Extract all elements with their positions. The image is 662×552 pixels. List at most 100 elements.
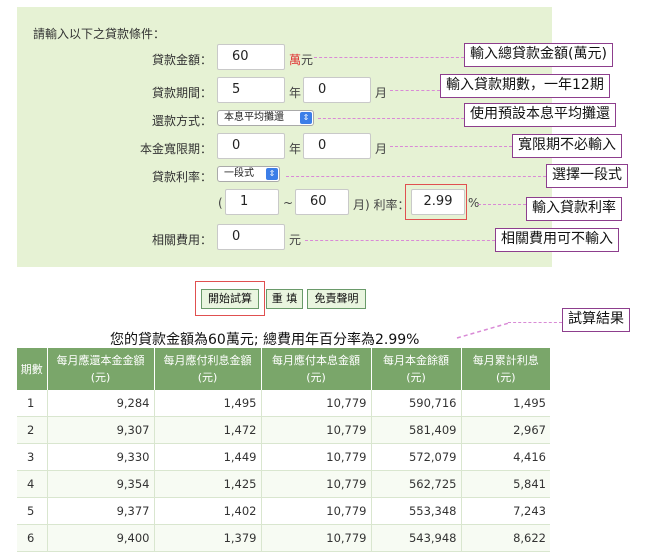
table-cell: 10,779 <box>261 524 372 552</box>
rate-label: 貸款利率： <box>151 170 212 184</box>
table-cell: 572,079 <box>371 443 462 471</box>
callout-fee: 相關費用可不輸入 <box>495 228 619 252</box>
table-cell: 10,779 <box>261 390 372 417</box>
table-row: 4 9,354 1,425 10,779 562,725 5,841 <box>17 470 550 498</box>
fee-label: 相關費用： <box>151 233 212 247</box>
table-header-cell: 每月累計利息 (元) <box>461 348 550 390</box>
table-cell: 553,348 <box>371 497 462 525</box>
callout-grace: 寬限期不必輸入 <box>512 134 622 158</box>
table-cell: 1,449 <box>154 443 262 471</box>
leader-line <box>305 240 495 241</box>
leader-line <box>478 204 526 205</box>
table-header-cell: 每月應付利息金額 (元) <box>154 348 262 390</box>
leader-line <box>390 146 512 147</box>
period-years-input[interactable]: 5 <box>217 77 285 103</box>
amortization-table: 期數 每月應還本金金額 (元) 每月應付利息金額 (元) 每月應付本息金額 (元) 每月本金餘… <box>17 348 550 552</box>
table-cell: 10,779 <box>261 470 372 498</box>
leader-line <box>286 176 546 177</box>
rate-type-select[interactable]: 一段式 ⇕ <box>217 166 280 182</box>
table-cell: 1,425 <box>154 470 262 498</box>
table-cell: 9,354 <box>47 470 155 498</box>
table-cell: 10,779 <box>261 416 372 444</box>
table-cell: 10,779 <box>261 443 372 471</box>
rate-to-input[interactable]: 60 <box>295 189 349 215</box>
table-cell: 2,967 <box>461 416 550 444</box>
table-cell: 590,716 <box>371 390 462 417</box>
rate-highlight-box <box>405 184 467 220</box>
table-row: 6 9,400 1,379 10,779 543,948 8,622 <box>17 524 550 552</box>
result-leader-line <box>456 322 510 339</box>
callout-period: 輸入貸款期數，一年12期 <box>440 74 610 98</box>
table-cell: 7,243 <box>461 497 550 525</box>
table-header-cell: 每月應付本息金額 (元) <box>261 348 372 390</box>
reset-button[interactable]: 重 填 <box>266 289 303 309</box>
grace-years-input[interactable]: 0 <box>217 133 285 159</box>
amount-label: 貸款金額： <box>151 53 212 67</box>
period-label: 貸款期間： <box>151 86 212 100</box>
table-header-cell: 每月應還本金金額 (元) <box>47 348 155 390</box>
table-cell: 5,841 <box>461 470 550 498</box>
table-row: 3 9,330 1,449 10,779 572,079 4,416 <box>17 443 550 471</box>
rate-paren-open: ( <box>218 196 223 210</box>
callout-amount: 輸入總貸款金額(萬元) <box>464 43 613 67</box>
table-cell: 1,402 <box>154 497 262 525</box>
period-months-unit: 月 <box>375 86 388 100</box>
table-cell: 9,284 <box>47 390 155 417</box>
method-label: 還款方式： <box>151 114 212 128</box>
table-cell: 581,409 <box>371 416 462 444</box>
table-cell: 1,472 <box>154 416 262 444</box>
amount-unit: 萬元 <box>289 53 314 67</box>
table-cell: 1,379 <box>154 524 262 552</box>
fee-unit: 元 <box>289 233 302 247</box>
rate-percent: % <box>468 196 480 210</box>
leader-line <box>508 322 562 323</box>
fee-input[interactable]: 0 <box>217 224 285 250</box>
table-body: 1 9,284 1,495 10,779 590,716 1,495 2 9,307 1,472… <box>17 390 550 552</box>
rate-tilde: ~ <box>283 196 294 210</box>
rate-from-input[interactable]: 1 <box>225 189 279 215</box>
table-cell: 9,400 <box>47 524 155 552</box>
select-arrows-icon: ⇕ <box>266 168 278 180</box>
callout-rate-type: 選擇一段式 <box>546 164 628 188</box>
grace-months-unit: 月 <box>375 142 388 156</box>
form-heading: 請輸入以下之貸款條件： <box>33 27 166 41</box>
table-cell: 4 <box>17 470 48 498</box>
table-cell: 3 <box>17 443 48 471</box>
table-cell: 5 <box>17 497 48 525</box>
amount-input[interactable]: 60 <box>217 44 285 70</box>
table-header-cell: 每月本金餘額 (元) <box>371 348 462 390</box>
callout-rate: 輸入貸款利率 <box>526 197 622 221</box>
select-arrows-icon: ⇕ <box>300 112 312 124</box>
grace-years-unit: 年 <box>289 142 302 156</box>
grace-months-input[interactable]: 0 <box>303 133 371 159</box>
table-header-cell: 期數 <box>17 348 48 390</box>
table-cell: 1 <box>17 390 48 417</box>
method-select[interactable]: 本息平均攤還 ⇕ <box>217 110 314 126</box>
table-cell: 1,495 <box>154 390 262 417</box>
calculate-button[interactable]: 開始試算 <box>201 289 259 309</box>
table-header-row: 期數 每月應還本金金額 (元) 每月應付利息金額 (元) 每月應付本息金額 (元) 每月本金餘… <box>17 348 550 390</box>
table-row: 1 9,284 1,495 10,779 590,716 1,495 <box>17 390 550 417</box>
leader-line <box>318 118 464 119</box>
table-cell: 1,495 <box>461 390 550 417</box>
leader-line <box>390 90 440 91</box>
table-cell: 2 <box>17 416 48 444</box>
callout-result: 試算結果 <box>562 308 630 332</box>
period-months-input[interactable]: 0 <box>303 77 371 103</box>
table-cell: 9,330 <box>47 443 155 471</box>
callout-method: 使用預設本息平均攤還 <box>464 103 616 127</box>
table-cell: 10,779 <box>261 497 372 525</box>
table-row: 2 9,307 1,472 10,779 581,409 2,967 <box>17 416 550 444</box>
table-cell: 9,307 <box>47 416 155 444</box>
table-cell: 4,416 <box>461 443 550 471</box>
result-summary: 您的貸款金額為60萬元; 總費用年百分率為2.99% <box>110 332 420 348</box>
leader-line <box>314 57 464 58</box>
table-cell: 543,948 <box>371 524 462 552</box>
period-years-unit: 年 <box>289 86 302 100</box>
table-row: 5 9,377 1,402 10,779 553,348 7,243 <box>17 497 550 525</box>
disclaimer-button[interactable]: 免責聲明 <box>307 289 366 309</box>
table-cell: 562,725 <box>371 470 462 498</box>
table-cell: 8,622 <box>461 524 550 552</box>
grace-label: 本金寬限期： <box>139 142 212 156</box>
table-cell: 6 <box>17 524 48 552</box>
